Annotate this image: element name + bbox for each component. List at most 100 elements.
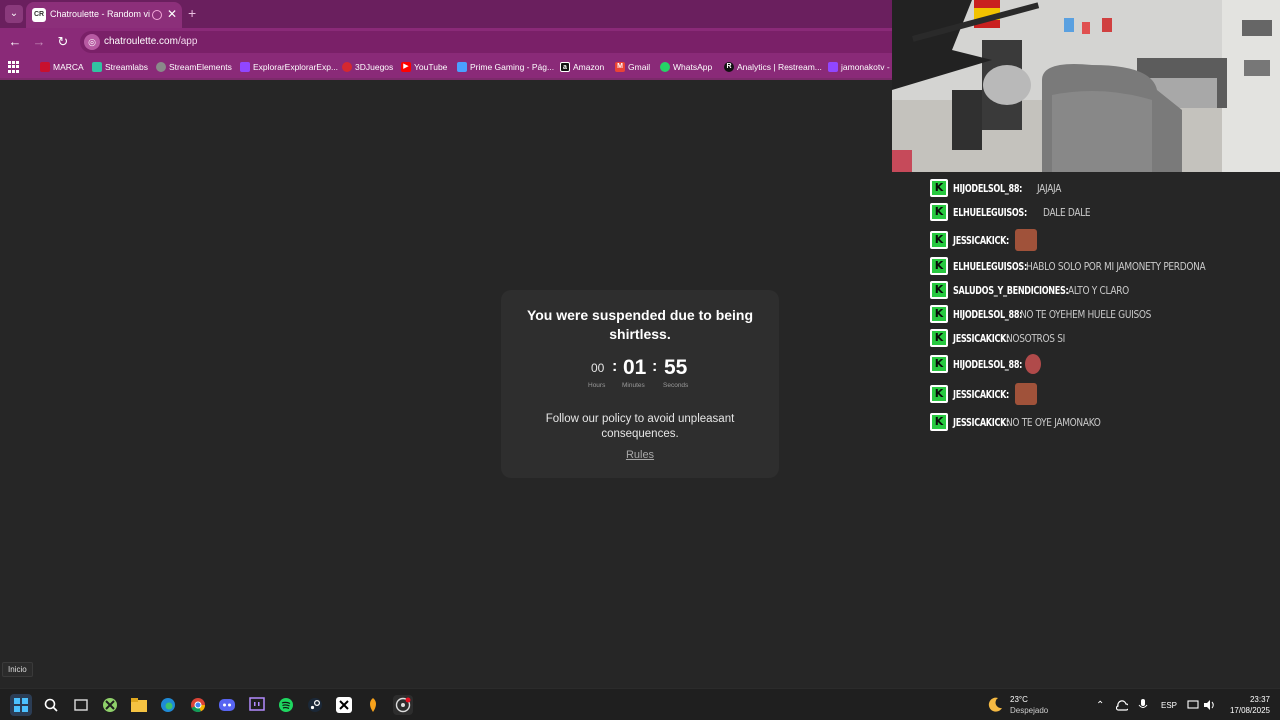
- bookmark-explorar[interactable]: ExplorarExplorarExp...: [240, 61, 338, 73]
- back-button[interactable]: ←: [6, 33, 24, 51]
- chat-text: NO TE OYE JAMONAKO: [1006, 415, 1101, 429]
- chevron-up-icon[interactable]: ⌃: [1096, 689, 1104, 720]
- chat-text: NOSOTROS SI: [1006, 331, 1066, 345]
- webcam-feed: [892, 0, 1280, 172]
- suspension-card: You were suspended due to being shirtles…: [501, 290, 779, 478]
- chat-message: K JESSICAKICK:: [930, 382, 1038, 406]
- spotify-icon[interactable]: [276, 695, 296, 715]
- 3djuegos-icon: [342, 62, 352, 72]
- kick-badge-icon: K: [930, 231, 948, 249]
- streamelements-icon: [156, 62, 166, 72]
- active-tab[interactable]: CR Chatroulette - Random vid ✕: [26, 2, 182, 28]
- site-info-icon[interactable]: ◎: [84, 34, 100, 50]
- twitch-icon: [240, 62, 250, 72]
- chat-username: ELHUELEGUISOS:: [953, 205, 1027, 219]
- gmail-icon: M: [615, 62, 625, 72]
- url-host: chatroulette.com: [104, 36, 178, 47]
- timer-seconds: 55: [664, 356, 688, 379]
- bookmark-3djuegos[interactable]: 3DJuegos: [342, 61, 393, 73]
- network-icon[interactable]: [1187, 689, 1199, 720]
- person-emote-icon: [1025, 354, 1042, 374]
- close-tab-icon[interactable]: ✕: [167, 7, 177, 21]
- chat-message: K ELHUELEGUISOS: HABLO SOLO POR MI JAMON…: [930, 256, 1228, 276]
- bookmark-gmail[interactable]: M Gmail: [615, 61, 650, 73]
- bookmark-label: 3DJuegos: [355, 62, 394, 72]
- steam-icon[interactable]: [305, 695, 325, 715]
- chat-overlay: K HIJODELSOL_88: JAJAJA K ELHUELEGUISOS:…: [928, 176, 1228, 442]
- fl-studio-icon[interactable]: [363, 695, 383, 715]
- discord-icon[interactable]: [217, 695, 237, 715]
- kick-badge-icon: K: [930, 355, 948, 373]
- start-tooltip: Inicio: [2, 662, 33, 677]
- taskbar: 23°C Despejado ⌃ ESP 23:37 17/08/2025: [0, 688, 1280, 720]
- tab-search-button[interactable]: ⌄: [5, 5, 23, 23]
- chat-message: K SALUDOS_Y_BENDICIONES: ALTO Y CLARO: [930, 280, 1142, 300]
- bookmark-streamelements[interactable]: StreamElements: [156, 61, 232, 73]
- chat-username: JESSICAKICK:: [953, 415, 1009, 429]
- timer-minutes: 01: [623, 356, 647, 379]
- bookmark-prime-gaming[interactable]: Prime Gaming - Pág...: [457, 61, 554, 73]
- reload-button[interactable]: ↻: [54, 33, 72, 51]
- kick-badge-icon: K: [930, 257, 948, 275]
- rules-link[interactable]: Rules: [501, 449, 779, 461]
- twitch-studio-icon[interactable]: [247, 695, 267, 715]
- tab-title: Chatroulette - Random vid: [50, 9, 150, 19]
- suspension-heading: You were suspended due to being shirtles…: [526, 307, 754, 342]
- chat-message: K HIJODELSOL_88: JAJAJA: [930, 178, 1067, 198]
- clock[interactable]: 23:37 17/08/2025: [1222, 689, 1270, 720]
- chat-text: JAJAJA: [1037, 181, 1062, 195]
- bookmarks-bar: MARCA Streamlabs StreamElements Explorar…: [0, 56, 892, 78]
- chat-message: K JESSICAKICK:: [930, 228, 1038, 252]
- new-tab-button[interactable]: +: [188, 5, 196, 21]
- bookmark-label: Analytics | Restream...: [737, 62, 822, 72]
- bookmark-restream[interactable]: R Analytics | Restream...: [724, 61, 822, 73]
- chat-username: JESSICAKICK:: [953, 233, 1009, 247]
- volume-icon[interactable]: [1203, 689, 1215, 720]
- capcut-icon[interactable]: [334, 695, 354, 715]
- kick-badge-icon: K: [930, 281, 948, 299]
- bookmark-youtube[interactable]: ▶ YouTube: [401, 61, 447, 73]
- cloud-sync-icon[interactable]: [1116, 689, 1128, 720]
- file-explorer-icon[interactable]: [129, 695, 149, 715]
- address-bar[interactable]: ◎ chatroulette.com/app: [80, 31, 892, 53]
- bookmark-label: StreamElements: [169, 62, 232, 72]
- bookmark-whatsapp[interactable]: WhatsApp: [660, 61, 712, 73]
- timer-hours: 00: [591, 361, 605, 375]
- webcam-overlay: [892, 0, 1280, 172]
- bookmark-marca[interactable]: MARCA: [40, 61, 84, 73]
- start-button[interactable]: [10, 694, 32, 716]
- bookmark-label: jamonakotv - T: [841, 62, 892, 72]
- kick-badge-icon: K: [930, 413, 948, 431]
- chrome-icon[interactable]: [188, 695, 208, 715]
- xbox-icon[interactable]: [100, 695, 120, 715]
- recording-indicator-icon: [152, 10, 162, 20]
- search-icon[interactable]: [41, 695, 61, 715]
- bookmark-label: Amazon: [573, 62, 605, 72]
- language-indicator[interactable]: ESP: [1161, 689, 1177, 720]
- chat-username: SALUDOS_Y_BENDICIONES:: [953, 283, 1069, 297]
- url-text: chatroulette.com/app: [104, 36, 197, 47]
- screen: ⌄ CR Chatroulette - Random vid ✕ + ← → ↻…: [0, 0, 1280, 720]
- bookmark-amazon[interactable]: a Amazon: [560, 61, 604, 73]
- task-view-icon[interactable]: [71, 695, 91, 715]
- timer-separator: :: [652, 358, 658, 375]
- bookmark-streamlabs[interactable]: Streamlabs: [92, 61, 148, 73]
- bookmark-label: Gmail: [628, 62, 651, 72]
- chat-username: HIJODELSOL_88:: [953, 357, 1023, 371]
- chat-username: JESSICAKICK:: [953, 387, 1009, 401]
- bookmark-label: Prime Gaming - Pág...: [470, 62, 555, 72]
- obs-icon[interactable]: [393, 695, 413, 715]
- apps-grid-icon[interactable]: [8, 61, 20, 73]
- microphone-icon[interactable]: [1138, 689, 1148, 720]
- forward-button[interactable]: →: [30, 33, 48, 51]
- bookmark-label: MARCA: [53, 62, 84, 72]
- bookmark-jamonakotv[interactable]: jamonakotv - T: [828, 61, 892, 73]
- restream-icon: R: [724, 62, 734, 72]
- chatroulette-favicon-icon: CR: [32, 8, 46, 22]
- prime-gaming-icon: [457, 62, 467, 72]
- edge-icon[interactable]: [158, 695, 178, 715]
- amazon-icon: a: [560, 62, 570, 72]
- url-path: /app: [177, 36, 198, 47]
- weather-widget[interactable]: 23°C Despejado: [986, 689, 1048, 720]
- face-emote-icon: [1015, 229, 1038, 251]
